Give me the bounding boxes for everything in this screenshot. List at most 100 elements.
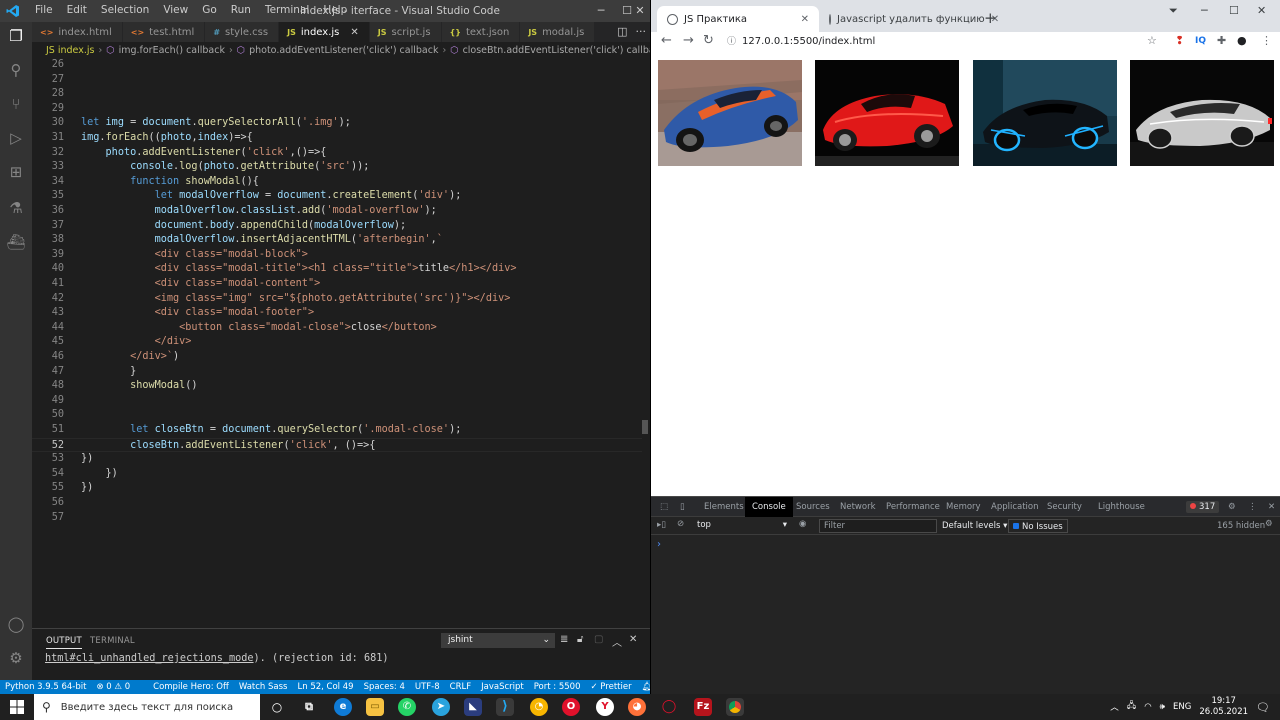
account-icon[interactable]: ◯ bbox=[6, 614, 26, 634]
file-explorer-icon[interactable]: ▭ bbox=[366, 698, 384, 716]
menu-run[interactable]: Run bbox=[224, 4, 258, 16]
panel-tab-terminal[interactable]: TERMINAL bbox=[90, 636, 135, 646]
task-view-icon[interactable]: ⧉ bbox=[300, 698, 318, 716]
close-panel-icon[interactable]: ✕ bbox=[629, 634, 637, 645]
car-image-black[interactable] bbox=[973, 60, 1117, 166]
breadcrumb-item[interactable]: photo.addEventListener('click') callback bbox=[249, 45, 438, 56]
console-settings-gear-icon[interactable]: ⚙ bbox=[1265, 519, 1273, 529]
reload-icon[interactable]: ↻ bbox=[703, 33, 714, 48]
chrome-yellow-icon[interactable]: ◔ bbox=[530, 698, 548, 716]
eye-icon[interactable]: ◉ bbox=[799, 519, 806, 529]
devtools-tab-memory[interactable]: Memory bbox=[939, 497, 988, 517]
devtools-tab-security[interactable]: Security bbox=[1040, 497, 1089, 517]
menu-view[interactable]: View bbox=[156, 4, 195, 16]
code-line[interactable]: 56 bbox=[32, 496, 642, 511]
back-icon[interactable]: ← bbox=[661, 33, 672, 48]
panel-tab-output[interactable]: OUTPUT bbox=[46, 636, 82, 649]
status-prettier[interactable]: ✓ Prettier bbox=[590, 682, 631, 692]
open-log-icon[interactable]: ▢ bbox=[594, 634, 603, 645]
tab-test-html[interactable]: <> test.html bbox=[122, 22, 206, 42]
code-line[interactable]: 52 closeBtn.addEventListener('click', ()… bbox=[32, 437, 642, 453]
opera-icon[interactable]: O bbox=[562, 698, 580, 716]
filezilla-icon[interactable]: Fz bbox=[694, 698, 712, 716]
info-icon[interactable]: ⓘ bbox=[727, 37, 736, 47]
taskbar-search-box[interactable]: ⚲ Введите здесь текст для поиска bbox=[34, 694, 260, 720]
profile-avatar-icon[interactable]: ● bbox=[1237, 34, 1247, 47]
whatsapp-icon[interactable]: ✆ bbox=[398, 698, 416, 716]
code-line[interactable]: 38 modalOverflow.insertAdjacentHTML('aft… bbox=[32, 233, 642, 248]
status-python[interactable]: Python 3.9.5 64-bit bbox=[5, 682, 86, 692]
source-control-icon[interactable]: ⑂ bbox=[6, 94, 26, 114]
volume-icon[interactable]: 🕪︎ bbox=[1160, 702, 1165, 712]
status-cursor-position[interactable]: Ln 52, Col 49 bbox=[298, 682, 354, 692]
more-actions-icon[interactable]: ··· bbox=[636, 25, 647, 38]
browser-tab-active[interactable]: JS Практика ✕ bbox=[657, 6, 819, 32]
code-line[interactable]: 27 bbox=[32, 73, 642, 88]
tab-script-js[interactable]: JS script.js bbox=[369, 22, 442, 42]
device-toolbar-icon[interactable]: ▯ bbox=[673, 497, 692, 517]
status-eol[interactable]: CRLF bbox=[450, 682, 471, 692]
close-icon[interactable]: ✕ bbox=[1257, 4, 1266, 17]
code-line[interactable]: 51 let closeBtn = document.querySelector… bbox=[32, 423, 642, 438]
lock-icon[interactable]: 🔓︎ bbox=[577, 634, 583, 645]
explorer-icon[interactable]: ❐ bbox=[6, 26, 26, 46]
settings-gear-icon[interactable]: ⚙ bbox=[6, 648, 26, 668]
code-line[interactable]: 43 <div class="modal-footer"> bbox=[32, 306, 642, 321]
status-encoding[interactable]: UTF-8 bbox=[415, 682, 440, 692]
code-line[interactable]: 39 <div class="modal-block"> bbox=[32, 248, 642, 263]
code-line[interactable]: 30 let img = document.querySelectorAll('.… bbox=[32, 116, 642, 131]
tab-text-json[interactable]: {} text.json bbox=[441, 22, 521, 42]
code-line[interactable]: 40 <div class="modal-title"><h1 class="t… bbox=[32, 262, 642, 277]
car-image-blue[interactable] bbox=[658, 60, 802, 166]
sidebar-toggle-icon[interactable]: ▸▯ bbox=[657, 520, 666, 530]
code-line[interactable]: 44 <button class="modal-close">close</bu… bbox=[32, 321, 642, 336]
output-link[interactable]: html#cli_unhandled_rejections_mode bbox=[45, 653, 254, 664]
devtools-tab-sources[interactable]: Sources bbox=[789, 497, 837, 517]
maximize-panel-icon[interactable]: ︿ bbox=[612, 634, 622, 649]
error-count-badge[interactable]: 317 bbox=[1186, 501, 1220, 513]
tray-chevron-up-icon[interactable]: ︿ bbox=[1110, 701, 1119, 713]
code-line[interactable]: 53}) bbox=[32, 452, 642, 467]
code-line[interactable]: 28 bbox=[32, 87, 642, 102]
status-live-server[interactable]: Port : 5500 bbox=[534, 682, 581, 692]
bookmark-star-icon[interactable]: ☆ bbox=[1147, 34, 1157, 47]
docker-icon[interactable]: ⛴ bbox=[6, 232, 26, 252]
windows-start-icon[interactable] bbox=[10, 700, 24, 714]
code-line[interactable]: 29 bbox=[32, 102, 642, 117]
devtools-tab-console[interactable]: Console bbox=[745, 497, 793, 517]
devtools-tab-network[interactable]: Network bbox=[833, 497, 883, 517]
minimize-icon[interactable]: ─ bbox=[1201, 4, 1208, 17]
code-line[interactable]: 49 bbox=[32, 394, 642, 409]
cortana-icon[interactable]: ○ bbox=[268, 698, 286, 716]
editor-scrollbar[interactable] bbox=[642, 420, 648, 434]
car-image-silver[interactable] bbox=[1130, 60, 1274, 166]
context-select[interactable]: top ▾ bbox=[697, 520, 787, 532]
edge-icon[interactable]: e bbox=[334, 698, 352, 716]
tab-close-icon[interactable]: ✕ bbox=[801, 14, 809, 25]
menu-edit[interactable]: Edit bbox=[60, 4, 94, 16]
code-line[interactable]: 57 bbox=[32, 511, 642, 526]
code-line[interactable]: 34 function showModal(){ bbox=[32, 175, 642, 190]
breadcrumb-item[interactable]: img.forEach() callback bbox=[119, 45, 225, 56]
tab-index-js[interactable]: JS index.js ✕ bbox=[279, 22, 370, 42]
menu-go[interactable]: Go bbox=[195, 4, 224, 16]
devtools-tab-lighthouse[interactable]: Lighthouse bbox=[1091, 497, 1152, 517]
vscode-taskbar-icon[interactable]: ⟩ bbox=[496, 698, 514, 716]
code-line[interactable]: 50 bbox=[32, 408, 642, 423]
menu-file[interactable]: File bbox=[28, 4, 60, 16]
code-line[interactable]: 42 <img class="img" src="${photo.getAttr… bbox=[32, 292, 642, 307]
code-line[interactable]: 37 document.body.appendChild(modalOverfl… bbox=[32, 219, 642, 234]
address-bar[interactable]: ⓘ 127.0.0.1:5500/index.html bbox=[727, 34, 875, 47]
devtools-settings-gear-icon[interactable]: ⚙ bbox=[1221, 497, 1243, 517]
status-watch-sass[interactable]: Watch Sass bbox=[239, 682, 288, 692]
search-icon[interactable]: ⚲ bbox=[6, 60, 26, 80]
inspect-element-icon[interactable]: ⬚ bbox=[653, 497, 675, 517]
code-line[interactable]: 45 </div> bbox=[32, 335, 642, 350]
code-line[interactable]: 55}) bbox=[32, 481, 642, 496]
code-line[interactable]: 26 bbox=[32, 58, 642, 73]
code-line[interactable]: 46 </div>`) bbox=[32, 350, 642, 365]
output-channel-select[interactable]: jshint ⌄ bbox=[441, 633, 555, 648]
code-line[interactable]: 48 showModal() bbox=[32, 379, 642, 394]
extensions-icon[interactable]: ⊞ bbox=[6, 162, 26, 182]
code-line[interactable]: 54 }) bbox=[32, 467, 642, 482]
